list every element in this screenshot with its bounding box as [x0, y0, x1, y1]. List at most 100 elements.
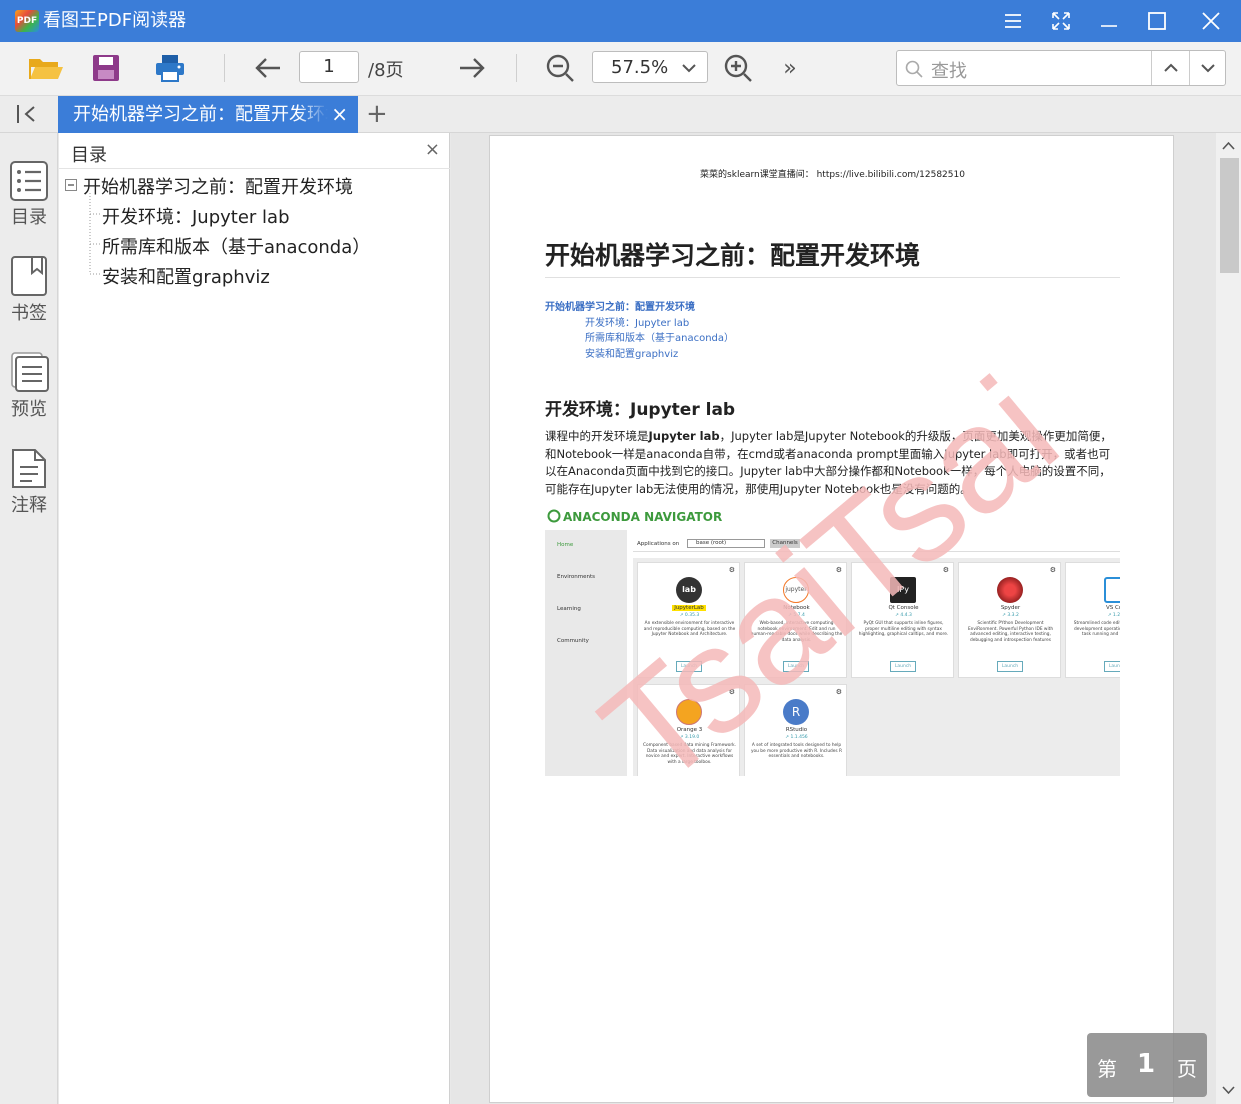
search-prev-button[interactable] [1152, 51, 1189, 85]
scrollbar-thumb[interactable] [1220, 158, 1239, 273]
save-button[interactable] [86, 50, 126, 86]
note-icon [12, 449, 46, 488]
env-select: base (root) [687, 539, 765, 548]
app-launch-button: Launch [997, 661, 1023, 672]
page-badge-suffix: 页 [1177, 1057, 1197, 1081]
app-version: ↗ 1.1.456 [785, 735, 808, 740]
channels-button: Channels [770, 539, 800, 548]
rail-label: 注释 [11, 495, 47, 516]
chevron-down-icon [1201, 64, 1215, 73]
pdf-paragraph: 课程中的开发环境是Jupyter lab，Jupyter lab是Jupyter… [545, 428, 1120, 498]
tab-close-button[interactable]: × [331, 96, 348, 133]
title-bar: PDF 看图王PDF阅读器 [0, 0, 1241, 42]
save-icon [93, 55, 119, 81]
minimize-button[interactable] [1086, 0, 1132, 42]
anaconda-app-card: ⚙ IPy Qt Console ↗ 4.4.3 PyQt GUI that suppo… [851, 562, 954, 678]
pdf-toc-link[interactable]: 安装和配置graphviz [585, 345, 678, 360]
pdf-page: 菜菜的sklearn课堂直播间： https://live.bilibili.c… [489, 135, 1174, 1103]
printer-icon [156, 55, 184, 82]
app-icon: jupyter [783, 577, 809, 603]
app-description: Web-based, interactive computing noteboo… [750, 621, 843, 643]
collapse-sidebar-button[interactable] [16, 104, 40, 128]
fullscreen-button[interactable] [1038, 0, 1084, 42]
close-icon [1202, 12, 1220, 30]
app-launch-button: Launch [676, 661, 702, 672]
toc-header: 目录 × [59, 133, 450, 169]
zoom-value: 57.5% [611, 57, 669, 78]
hamburger-icon [1005, 14, 1021, 28]
rail-label: 预览 [11, 399, 47, 420]
anaconda-nav-item: Learning [557, 606, 581, 612]
app-version: ↗ 4.4.3 [895, 613, 912, 618]
anaconda-app-card: ⚙ lab JupyterLab ↗ 0.35.3 An extensible envi… [637, 562, 740, 678]
prev-page-button[interactable] [248, 50, 288, 86]
zoom-out-button[interactable] [540, 50, 580, 86]
tab-document[interactable]: 开始机器学习之前：配置开发环境 × [58, 96, 358, 133]
app-launch-button: Launch [890, 661, 916, 672]
document-viewer[interactable]: 菜菜的sklearn课堂直播间： https://live.bilibili.c… [451, 133, 1241, 1104]
chevron-up-icon [1163, 63, 1178, 72]
vertical-scrollbar[interactable] [1216, 133, 1241, 1104]
toc-item[interactable]: 所需库和版本（基于anaconda） [102, 233, 370, 259]
menu-button[interactable] [990, 0, 1036, 42]
new-tab-button[interactable]: + [366, 97, 388, 131]
app-description: Component based data mining Framework. D… [643, 743, 736, 765]
bookmark-icon [11, 256, 47, 296]
maximize-icon [1148, 12, 1166, 30]
pdf-toc-link[interactable]: 开发环境：Jupyter lab [585, 314, 689, 329]
toc-item[interactable]: 开发环境：Jupyter lab [102, 203, 290, 229]
search-icon [905, 60, 923, 78]
toc-close-button[interactable]: × [425, 139, 440, 160]
app-icon: R [783, 699, 809, 725]
search-placeholder: 查找 [931, 61, 967, 82]
app-launch-button: Launch [1104, 661, 1120, 672]
maximize-button[interactable] [1134, 0, 1180, 42]
app-icon: IPy [890, 577, 916, 603]
anaconda-logo: ANACONDA NAVIGATOR [563, 510, 723, 524]
app-launch-button: Launch [783, 661, 809, 672]
anaconda-nav-item: Community [557, 638, 589, 644]
pdf-toc-link[interactable]: 所需库和版本（基于anaconda） [585, 329, 734, 344]
print-button[interactable] [150, 50, 190, 86]
chevron-up-icon[interactable] [1222, 141, 1235, 150]
app-icon [1104, 577, 1120, 603]
page-number-input[interactable]: 1 [299, 51, 359, 83]
toc-item[interactable]: 安装和配置graphviz [102, 263, 270, 289]
zoom-select[interactable]: 57.5% [592, 51, 708, 83]
app-description: PyQt GUI that supports inline figures, p… [858, 621, 949, 638]
app-name: Spyder [1000, 605, 1021, 611]
zoom-out-icon [546, 54, 574, 82]
pdf-toc-link[interactable]: 开始机器学习之前：配置开发环境 [545, 298, 695, 313]
collapse-left-icon [17, 105, 35, 123]
rail-item-bookmarks[interactable]: 书签 [0, 253, 58, 333]
search-input[interactable]: 查找 [896, 50, 1226, 86]
app-icon [676, 699, 702, 725]
arrow-left-icon [255, 58, 280, 78]
zoom-in-button[interactable] [718, 50, 758, 86]
more-tools-button[interactable]: » [770, 50, 810, 86]
gear-icon: ⚙ [1049, 566, 1056, 574]
app-name: Notebook [783, 605, 810, 611]
close-button[interactable] [1188, 0, 1234, 42]
rail-item-preview[interactable]: 预览 [0, 349, 58, 429]
app-description: A set of integrated tools designed to he… [750, 743, 843, 760]
minimize-icon [1101, 25, 1117, 27]
open-file-button[interactable] [26, 50, 66, 86]
toc-item-root[interactable]: 开始机器学习之前：配置开发环境 [83, 173, 353, 199]
next-page-button[interactable] [452, 50, 492, 86]
page-total-label: /8页 [368, 60, 404, 81]
gear-icon: ⚙ [835, 688, 842, 696]
anaconda-screenshot: ANACONDA NAVIGATOR Home Environments Lea… [545, 506, 1120, 776]
app-icon [997, 577, 1023, 603]
rail-item-notes[interactable]: 注释 [0, 445, 58, 525]
toolbar-divider [516, 54, 517, 82]
search-next-button[interactable] [1190, 51, 1226, 85]
rail-item-toc[interactable]: 目录 [0, 157, 58, 237]
anaconda-app-card: ⚙ Orange 3 ↗ 3.19.0 Component based data mi… [637, 684, 740, 776]
app-name: RStudio [785, 727, 808, 733]
chevron-down-icon[interactable] [1222, 1086, 1235, 1095]
arrow-right-icon [460, 58, 485, 78]
gear-icon: ⚙ [835, 566, 842, 574]
app-version: ↗ 1.28.2 [1107, 613, 1120, 618]
tab-bar: 开始机器学习之前：配置开发环境 × + [0, 96, 1241, 133]
